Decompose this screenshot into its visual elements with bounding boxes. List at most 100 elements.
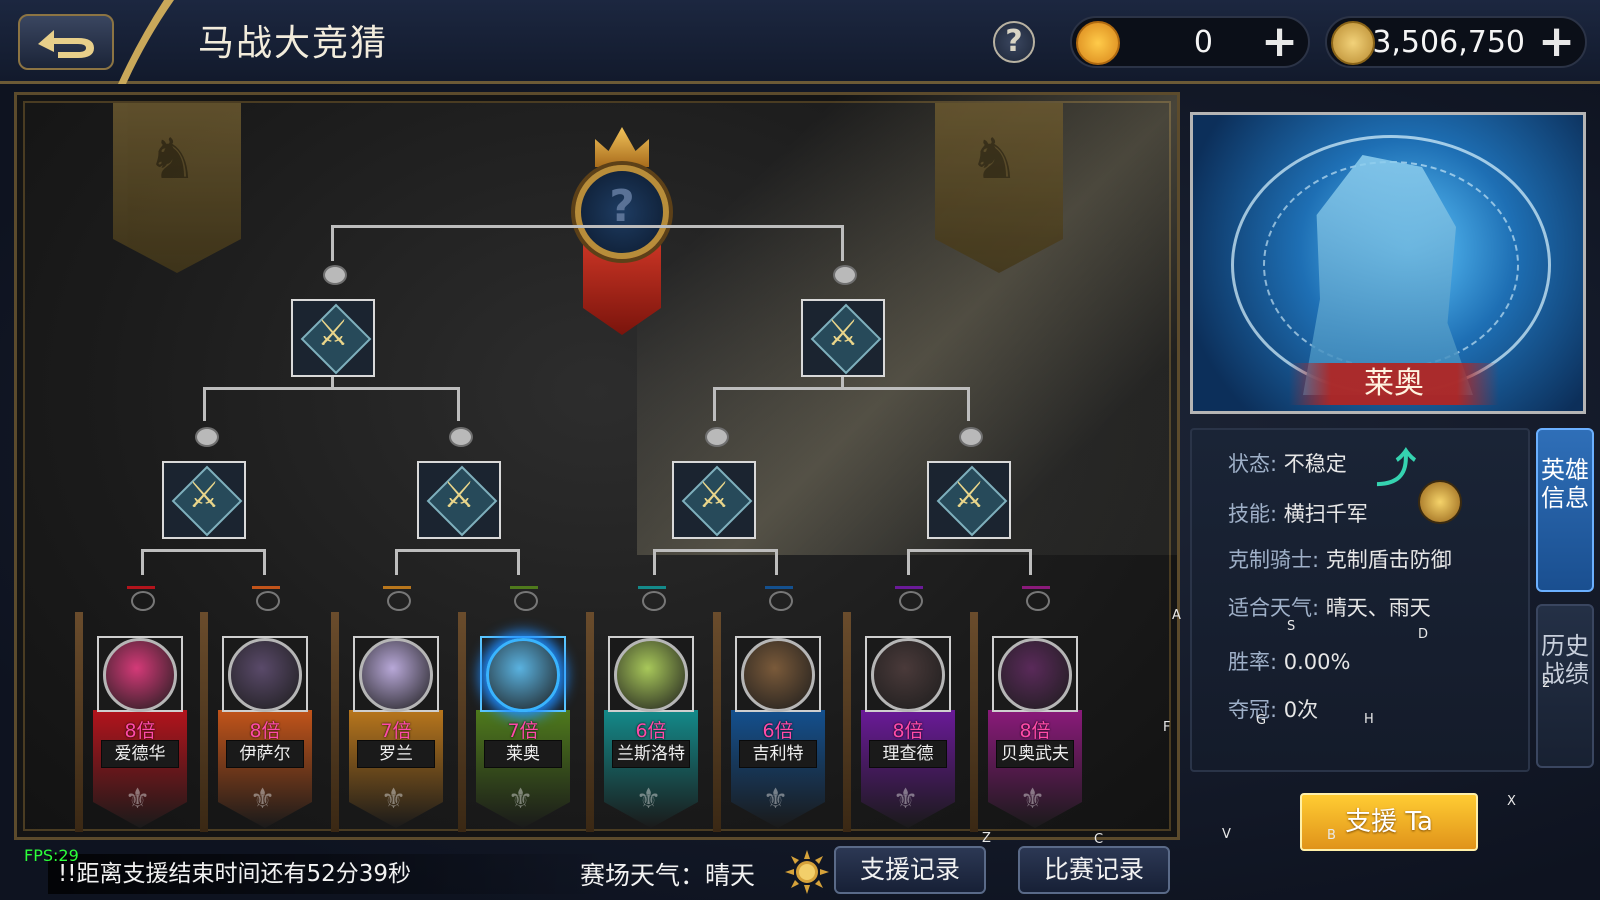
right-knight-banner: ♞ [935,103,1063,273]
hero-slot[interactable]: 8倍 理查德 ⚜ [843,586,963,834]
label-colon: : [1312,596,1320,620]
portrait-frame [735,636,821,712]
status-row: 状态: 不稳定 [1228,448,1347,478]
quarterfinal-match-1[interactable]: ⚔ [162,461,246,539]
skill-icon[interactable] [1418,480,1462,524]
bracket-line [653,549,777,552]
arena-weather: 赛场天气：晴天 [580,856,755,892]
winrate-row: 胜率: 0.00% [1228,646,1350,676]
gold-balance: 3,506,750 + [1325,16,1587,68]
skill-row: 技能: 横扫千军 [1228,498,1368,528]
help-button[interactable]: ? [993,21,1035,63]
page-title: 马战大竞猜 [198,23,389,64]
bracket-line [653,549,656,575]
bracket-line [331,225,843,228]
fleur-de-lis-icon: ⚜ [1020,782,1046,815]
counter-value: 克制盾击防御 [1325,548,1452,572]
crossed-swords-icon: ⚔ [826,313,860,354]
skill-label: 技能 [1228,502,1270,526]
hero-slot[interactable]: 8倍 伊萨尔 ⚜ [200,586,320,834]
hero-name: 吉利特 [739,740,817,768]
hero-avatar[interactable] [103,638,177,712]
skill-value: 横扫千军 [1283,502,1368,526]
portrait-frame [992,636,1078,712]
bracket-line [263,549,266,575]
support-record-button[interactable]: 支援记录 [834,846,986,894]
hero-odds: 6倍 [762,720,794,742]
label-colon: : [1270,502,1278,526]
rising-arrow-icon: ⤴ [1376,446,1416,492]
label-colon: : [1270,650,1278,674]
add-gold-button[interactable]: + [1538,20,1575,64]
label-colon: : [1270,452,1278,476]
hero-avatar[interactable] [359,638,433,712]
quarterfinal-match-4[interactable]: ⚔ [927,461,1011,539]
tab-hero-info[interactable]: 英雄信息 [1536,428,1594,592]
hero-slot[interactable]: 8倍 爱德华 ⚜ [75,586,195,834]
hero-odds: 6倍 [635,720,667,742]
horse-coin-icon [1076,21,1120,65]
portrait-frame [865,636,951,712]
key-hint-s: S [1287,619,1296,634]
bracket-line [517,549,520,575]
hero-avatar[interactable] [228,638,302,712]
pillar-divider [843,612,851,832]
label-colon: : [1312,548,1320,572]
title-divider [118,0,174,84]
knot-icon [191,425,219,447]
bracket-line [1029,549,1032,575]
status-value: 不稳定 [1283,452,1347,476]
hero-avatar[interactable] [486,638,560,712]
bracket-line [395,549,398,575]
hero-avatar[interactable] [614,638,688,712]
hero-avatar[interactable] [741,638,815,712]
key-hint-g: G [1256,713,1267,728]
hero-slot[interactable]: 6倍 吉利特 ⚜ [713,586,833,834]
pillar-divider [713,612,721,832]
fleur-de-lis-icon: ⚜ [381,782,407,815]
pillar-divider [75,612,83,832]
hero-odds: 8倍 [124,720,156,742]
sun-icon [785,850,829,894]
left-knight-banner: ♞ [113,103,241,273]
crossed-swords-icon: ⚔ [442,475,476,516]
semifinal-match-right[interactable]: ⚔ [801,299,885,377]
knot-icon [701,425,729,447]
hero-avatar[interactable] [871,638,945,712]
semifinal-match-left[interactable]: ⚔ [291,299,375,377]
gold-value: 3,506,750 [1372,25,1525,60]
crossed-swords-icon: ⚔ [187,475,221,516]
knot-icon [1022,586,1050,611]
hero-slot[interactable]: 6倍 兰斯洛特 ⚜ [586,586,706,834]
bracket-line [141,549,144,575]
hero-name: 罗兰 [357,740,435,768]
hero-slot[interactable]: 7倍 莱奥 ⚜ [458,586,578,834]
hero-odds: 8倍 [249,720,281,742]
pillar-divider [331,612,339,832]
bracket-line [457,387,460,421]
key-hint-d: D [1418,627,1429,642]
bracket-line [967,387,970,421]
hero-odds: 7倍 [380,720,412,742]
bracket-line [841,225,844,261]
bracket-line [331,377,334,389]
match-record-button[interactable]: 比赛记录 [1018,846,1170,894]
weather-value: 晴天、雨天 [1325,596,1431,620]
back-button[interactable] [18,14,114,70]
add-horse-coin-button[interactable]: + [1261,20,1298,64]
hero-slot[interactable]: 8倍 贝奥武夫 ⚜ [970,586,1090,834]
quarterfinal-match-2[interactable]: ⚔ [417,461,501,539]
knot-icon [127,586,155,611]
key-hint-b: B [1327,828,1336,843]
hero-odds: 8倍 [892,720,924,742]
fleur-de-lis-icon: ⚜ [125,782,151,815]
key-hint-h: H [1364,712,1374,727]
hero-slot[interactable]: 7倍 罗兰 ⚜ [331,586,451,834]
fleur-de-lis-icon: ⚜ [636,782,662,815]
quarterfinal-match-3[interactable]: ⚔ [672,461,756,539]
knot-icon [829,263,857,285]
pillar-divider [458,612,466,832]
hero-avatar[interactable] [998,638,1072,712]
key-hint-a: A [1172,608,1181,623]
crossed-swords-icon: ⚔ [952,475,986,516]
